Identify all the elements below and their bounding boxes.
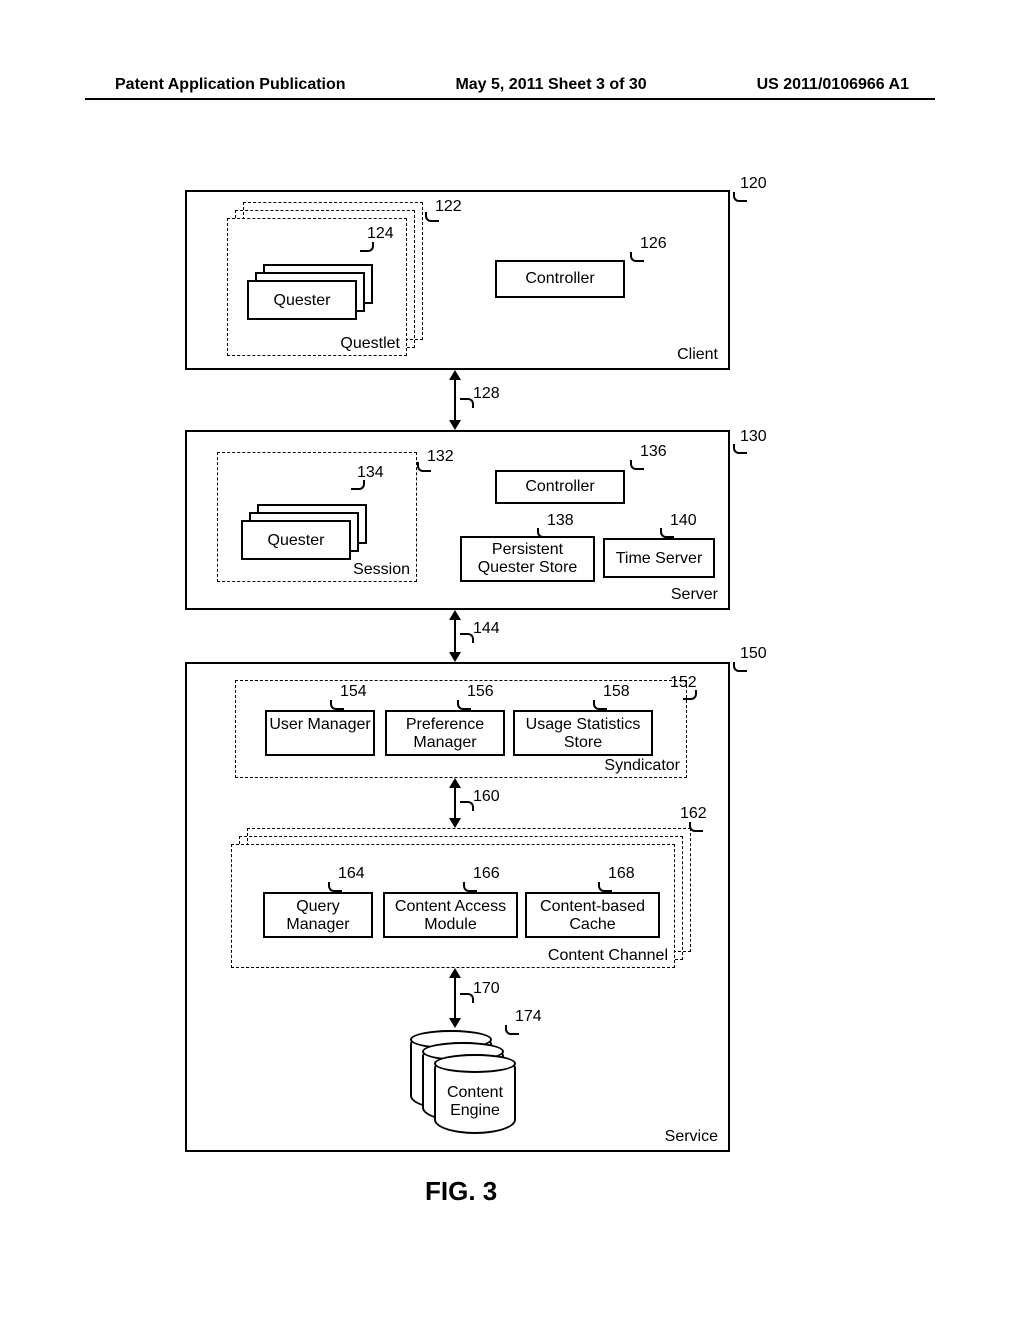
persistent-store-text: Persistent Quester Store: [462, 538, 593, 578]
conn160-down: [449, 818, 461, 828]
pref-manager-text: Preference Manager: [387, 712, 503, 753]
conn170-line: [454, 976, 456, 1020]
header-left: Patent Application Publication: [115, 76, 346, 94]
header-right: US 2011/0106966 A1: [757, 76, 909, 94]
header-center: May 5, 2011 Sheet 3 of 30: [455, 76, 646, 94]
service-ref: 150: [740, 645, 767, 663]
client-ref: 120: [740, 175, 767, 193]
content-channel-ref: 162: [680, 805, 707, 823]
srv-quester-1: Quester: [241, 520, 351, 560]
server-controller-text: Controller: [497, 472, 623, 496]
figure-caption: FIG. 3: [425, 1176, 497, 1207]
content-channel-ref-tick: [689, 822, 703, 832]
conn144-line: [454, 618, 456, 654]
server-label: Server: [671, 586, 718, 604]
query-manager-box: Query Manager: [263, 892, 373, 938]
srv-quester-tick: [351, 480, 365, 490]
time-server-ref: 140: [670, 512, 697, 530]
time-server-tick: [660, 528, 674, 538]
user-manager-text: User Manager: [267, 712, 373, 734]
server-controller-ref: 136: [640, 443, 667, 461]
syndicator-label: Syndicator: [604, 757, 680, 775]
service-label: Service: [665, 1128, 718, 1146]
server-ref-tick: [733, 444, 747, 454]
conn160-ref: 160: [473, 788, 500, 806]
client-controller-tick: [630, 252, 644, 262]
quester-box-1: Quester: [247, 280, 357, 320]
pref-manager-ref: 156: [467, 683, 494, 701]
questlet-ref-tick: [425, 212, 439, 222]
user-manager-tick: [330, 700, 344, 710]
client-controller-ref: 126: [640, 235, 667, 253]
usage-stats-box: Usage Statistics Store: [513, 710, 653, 756]
pref-manager-box: Preference Manager: [385, 710, 505, 756]
syndicator-ref-tick: [683, 690, 697, 700]
conn128-tick: [460, 398, 474, 408]
content-engine-cyl-1: Content Engine: [434, 1054, 516, 1134]
query-manager-ref: 164: [338, 865, 365, 883]
content-engine-tick: [505, 1025, 519, 1035]
content-cache-text: Content-based Cache: [527, 894, 658, 935]
usage-stats-tick: [593, 700, 607, 710]
session-ref-tick: [417, 462, 431, 472]
content-cache-box: Content-based Cache: [525, 892, 660, 938]
conn170-down: [449, 1018, 461, 1028]
quester-text: Quester: [249, 282, 355, 310]
content-access-tick: [463, 882, 477, 892]
service-ref-tick: [733, 662, 747, 672]
conn144-ref: 144: [473, 620, 500, 638]
server-controller-box: Controller: [495, 470, 625, 504]
conn170-tick: [460, 993, 474, 1003]
client-ref-tick: [733, 192, 747, 202]
conn160-line: [454, 786, 456, 820]
session-label: Session: [353, 561, 410, 579]
content-access-box: Content Access Module: [383, 892, 518, 938]
conn144-down: [449, 652, 461, 662]
conn128-line: [454, 378, 456, 422]
query-manager-tick: [328, 882, 342, 892]
figure-diagram: Client 120 Questlet 122 Quester 124 Cont…: [185, 180, 745, 1180]
persistent-store-ref: 138: [547, 512, 574, 530]
page-header: Patent Application Publication May 5, 20…: [0, 76, 1024, 94]
content-cache-ref: 168: [608, 865, 635, 883]
usage-stats-text: Usage Statistics Store: [515, 712, 651, 753]
content-access-text: Content Access Module: [385, 894, 516, 935]
client-controller-box: Controller: [495, 260, 625, 298]
usage-stats-ref: 158: [603, 683, 630, 701]
header-rule: [85, 98, 935, 100]
time-server-text: Time Server: [605, 540, 713, 568]
quester-ref: 124: [367, 225, 394, 243]
user-manager-box: User Manager: [265, 710, 375, 756]
time-server-box: Time Server: [603, 538, 715, 578]
persistent-store-tick: [537, 528, 551, 538]
client-controller-text: Controller: [497, 262, 623, 288]
conn128-down: [449, 420, 461, 430]
questlet-ref: 122: [435, 198, 462, 216]
conn144-tick: [460, 633, 474, 643]
content-cache-tick: [598, 882, 612, 892]
user-manager-ref: 154: [340, 683, 367, 701]
srv-quester-text: Quester: [243, 522, 349, 550]
conn128-ref: 128: [473, 385, 500, 403]
conn170-ref: 170: [473, 980, 500, 998]
client-label: Client: [677, 346, 718, 364]
persistent-store-box: Persistent Quester Store: [460, 536, 595, 582]
content-engine-text: Content Engine: [436, 1084, 514, 1119]
quester-ref-tick: [360, 242, 374, 252]
patent-page: Patent Application Publication May 5, 20…: [0, 0, 1024, 1320]
server-controller-tick: [630, 460, 644, 470]
session-ref: 132: [427, 448, 454, 466]
content-access-ref: 166: [473, 865, 500, 883]
query-manager-text: Query Manager: [265, 894, 371, 935]
conn160-tick: [460, 801, 474, 811]
pref-manager-tick: [457, 700, 471, 710]
content-channel-label: Content Channel: [548, 947, 668, 965]
content-engine-ref: 174: [515, 1008, 542, 1026]
questlet-label: Questlet: [340, 335, 400, 353]
